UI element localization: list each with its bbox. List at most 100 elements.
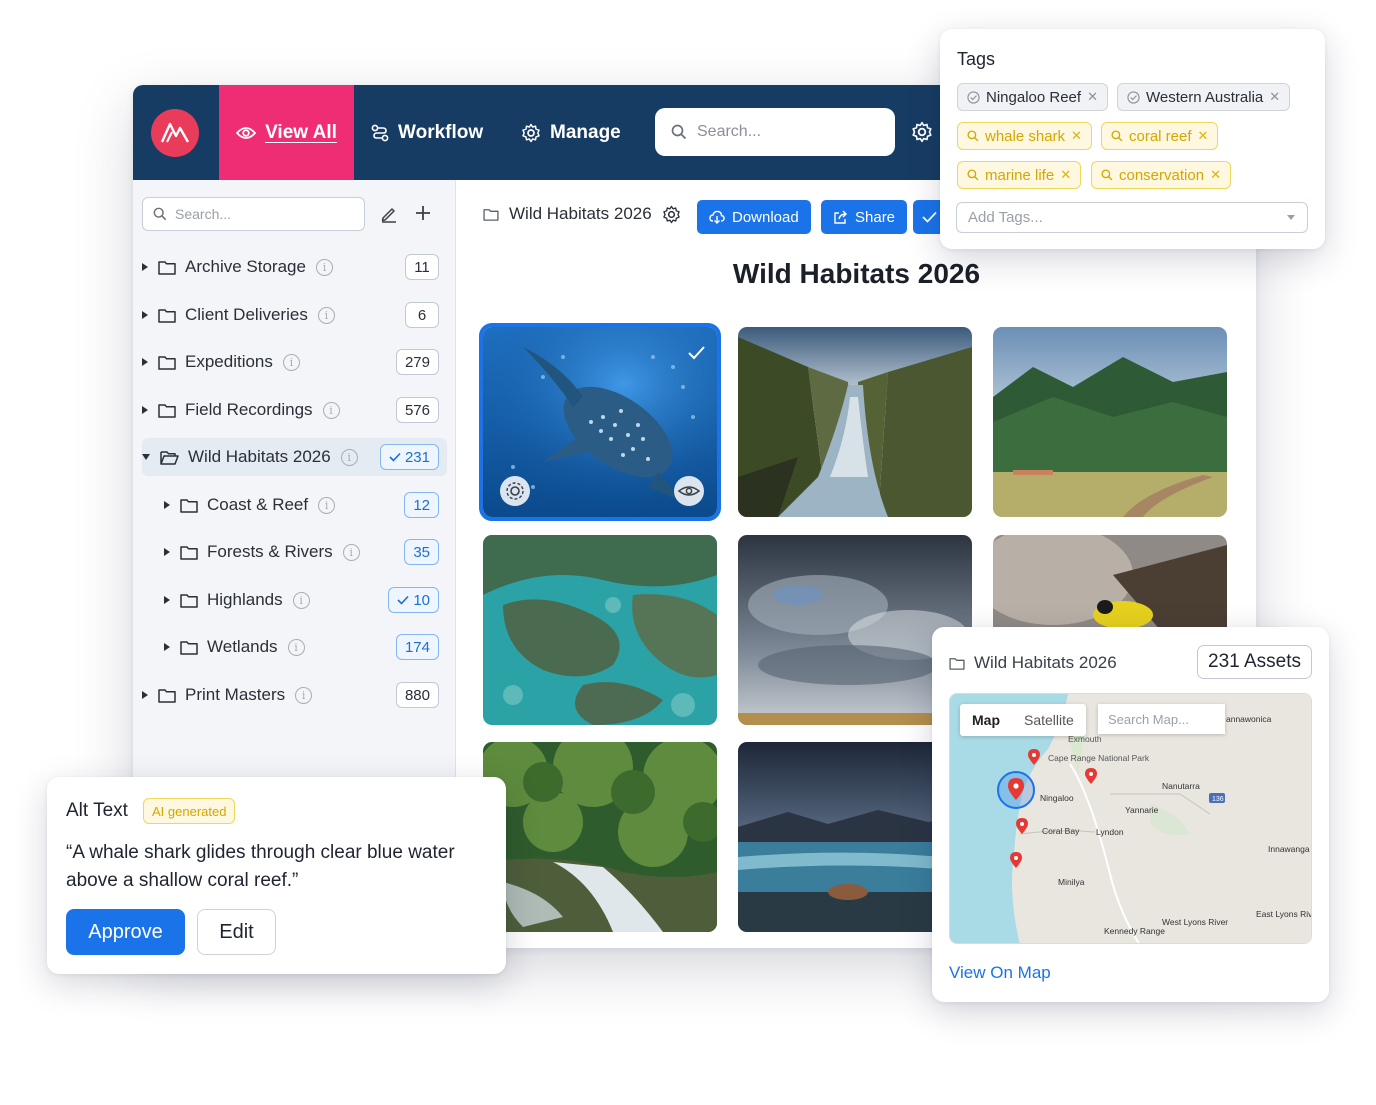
sidebar-item-label: Archive Storage xyxy=(185,257,306,276)
tags-panel: Tags Ningaloo Reef ✕ Western Australia ✕… xyxy=(940,29,1325,249)
item-count-badge: 576 xyxy=(395,397,439,423)
check-circle-icon xyxy=(1127,90,1140,104)
global-search[interactable] xyxy=(655,108,895,156)
map-tab-satellite[interactable]: Satellite xyxy=(1012,712,1086,728)
expand-caret-icon[interactable] xyxy=(142,263,148,271)
asset-thumbnail-whale-shark[interactable] xyxy=(479,323,721,521)
info-icon[interactable]: i xyxy=(318,496,336,514)
sidebar-item-label: Forests & Rivers xyxy=(207,542,333,561)
add-tags-dropdown[interactable]: Add Tags... xyxy=(956,202,1308,233)
sidebar-item-expeditions[interactable]: Expeditions i 279 xyxy=(142,343,447,381)
app-logo[interactable] xyxy=(151,109,199,157)
alt-text-panel: Alt Text AI generated “A whale shark gli… xyxy=(47,777,506,974)
map-folder-label: Wild Habitats 2026 xyxy=(974,653,1117,672)
sidebar-item-label: Print Masters xyxy=(185,685,286,704)
check-icon xyxy=(922,211,937,223)
sidebar-item-client-deliveries[interactable]: Client Deliveries i 6 xyxy=(142,296,447,334)
sidebar-search-input[interactable] xyxy=(175,206,345,222)
collapse-caret-icon[interactable] xyxy=(142,454,150,460)
share-button[interactable]: Share xyxy=(821,200,908,234)
item-count-badge: 12 xyxy=(404,492,439,518)
map-label-minilya: Minilya xyxy=(1058,877,1085,887)
info-icon[interactable]: i xyxy=(292,591,310,609)
asset-thumbnail-reef-aerial[interactable] xyxy=(483,535,717,725)
sidebar-search[interactable] xyxy=(142,197,365,231)
item-count-value: 231 xyxy=(404,448,430,466)
expand-caret-icon[interactable] xyxy=(164,501,170,509)
tag-marine-life[interactable]: marine life ✕ xyxy=(957,161,1082,189)
info-icon[interactable]: i xyxy=(322,401,340,419)
asset-thumbnail-mountain-field[interactable] xyxy=(993,327,1227,517)
info-icon[interactable]: i xyxy=(340,448,358,466)
info-icon[interactable]: i xyxy=(317,306,335,324)
sidebar-item-highlands[interactable]: Highlands i 10 xyxy=(164,581,447,619)
sidebar-item-forests-rivers[interactable]: Forests & Rivers i 35 xyxy=(164,533,447,571)
tag-coral-reef[interactable]: coral reef ✕ xyxy=(1101,122,1219,150)
folder-icon xyxy=(180,545,198,560)
nav-manage[interactable]: Manage xyxy=(521,85,621,180)
tag-label: marine life xyxy=(985,166,1055,184)
remove-tag-icon[interactable]: ✕ xyxy=(1071,128,1082,144)
check-icon xyxy=(397,595,409,605)
expand-caret-icon[interactable] xyxy=(164,548,170,556)
view-on-map-link[interactable]: View On Map xyxy=(949,963,1051,983)
expand-caret-icon[interactable] xyxy=(142,406,148,414)
settings-gear-icon[interactable] xyxy=(911,121,933,143)
tag-conservation[interactable]: conservation ✕ xyxy=(1091,161,1231,189)
sidebar-item-print-masters[interactable]: Print Masters i 880 xyxy=(142,676,447,714)
asset-thumbnail-canyon-river[interactable] xyxy=(738,327,972,517)
info-icon[interactable]: i xyxy=(287,638,305,656)
tag-whale-shark[interactable]: whale shark ✕ xyxy=(957,122,1092,150)
sidebar-item-coast-reef[interactable]: Coast & Reef i 12 xyxy=(164,486,447,524)
item-count-badge: 35 xyxy=(404,539,439,565)
approve-button[interactable]: Approve xyxy=(66,909,185,955)
info-icon[interactable]: i xyxy=(282,353,300,371)
tag-western-australia[interactable]: Western Australia ✕ xyxy=(1117,83,1291,111)
map-search-input[interactable]: Search Map... xyxy=(1098,704,1225,734)
sidebar-item-label: Client Deliveries xyxy=(185,305,308,324)
folder-icon xyxy=(158,688,176,703)
remove-tag-icon[interactable]: ✕ xyxy=(1198,128,1209,144)
asset-count-badge: 231 Assets xyxy=(1197,645,1312,679)
map-label-nanutarra: Nanutarra xyxy=(1162,781,1200,791)
asset-thumbnail-forest-stream[interactable] xyxy=(483,742,717,932)
info-icon[interactable]: i xyxy=(342,543,360,561)
alt-text-title: Alt Text xyxy=(66,800,128,821)
remove-tag-icon[interactable]: ✕ xyxy=(1269,89,1280,105)
add-folder-icon[interactable] xyxy=(413,203,433,223)
map-label-east-lyons: East Lyons River xyxy=(1256,909,1312,919)
sidebar-item-wetlands[interactable]: Wetlands i 174 xyxy=(164,628,447,666)
nav-view-all-label: View All xyxy=(265,121,337,143)
search-icon xyxy=(967,130,979,142)
nav-workflow[interactable]: Workflow xyxy=(371,85,483,180)
nav-view-all[interactable]: View All xyxy=(219,85,354,180)
expand-caret-icon[interactable] xyxy=(142,311,148,319)
remove-tag-icon[interactable]: ✕ xyxy=(1087,89,1098,105)
map-label-ningaloo: Ningaloo xyxy=(1040,793,1074,803)
expand-caret-icon[interactable] xyxy=(142,358,148,366)
remove-tag-icon[interactable]: ✕ xyxy=(1060,167,1071,183)
global-search-input[interactable] xyxy=(697,123,877,141)
item-count-badge: 6 xyxy=(405,302,439,328)
expand-caret-icon[interactable] xyxy=(142,691,148,699)
info-icon[interactable]: i xyxy=(315,258,333,276)
expand-caret-icon[interactable] xyxy=(164,596,170,604)
folder-icon xyxy=(949,657,965,670)
sidebar-item-label: Field Recordings xyxy=(185,400,313,419)
location-map[interactable]: Exmouth Cape Range National Park Ningalo… xyxy=(949,693,1312,944)
edit-icon[interactable] xyxy=(380,205,398,223)
sidebar-item-field-recordings[interactable]: Field Recordings i 576 xyxy=(142,391,447,429)
sidebar-item-wild-habitats-2026[interactable]: Wild Habitats 2026 i 231 xyxy=(142,438,447,476)
remove-tag-icon[interactable]: ✕ xyxy=(1210,167,1221,183)
edit-button[interactable]: Edit xyxy=(197,909,276,955)
map-label-kennedy-range: Kennedy Range xyxy=(1104,926,1165,936)
add-tags-placeholder: Add Tags... xyxy=(968,209,1043,226)
download-button[interactable]: Download xyxy=(697,200,811,234)
chevron-down-icon xyxy=(1287,215,1295,220)
info-icon[interactable]: i xyxy=(295,686,313,704)
tag-ningaloo-reef[interactable]: Ningaloo Reef ✕ xyxy=(957,83,1108,111)
sidebar-item-archive-storage[interactable]: Archive Storage i 11 xyxy=(142,248,447,286)
map-tab-map[interactable]: Map xyxy=(960,712,1012,728)
expand-caret-icon[interactable] xyxy=(164,643,170,651)
folder-settings-icon[interactable] xyxy=(662,205,681,224)
